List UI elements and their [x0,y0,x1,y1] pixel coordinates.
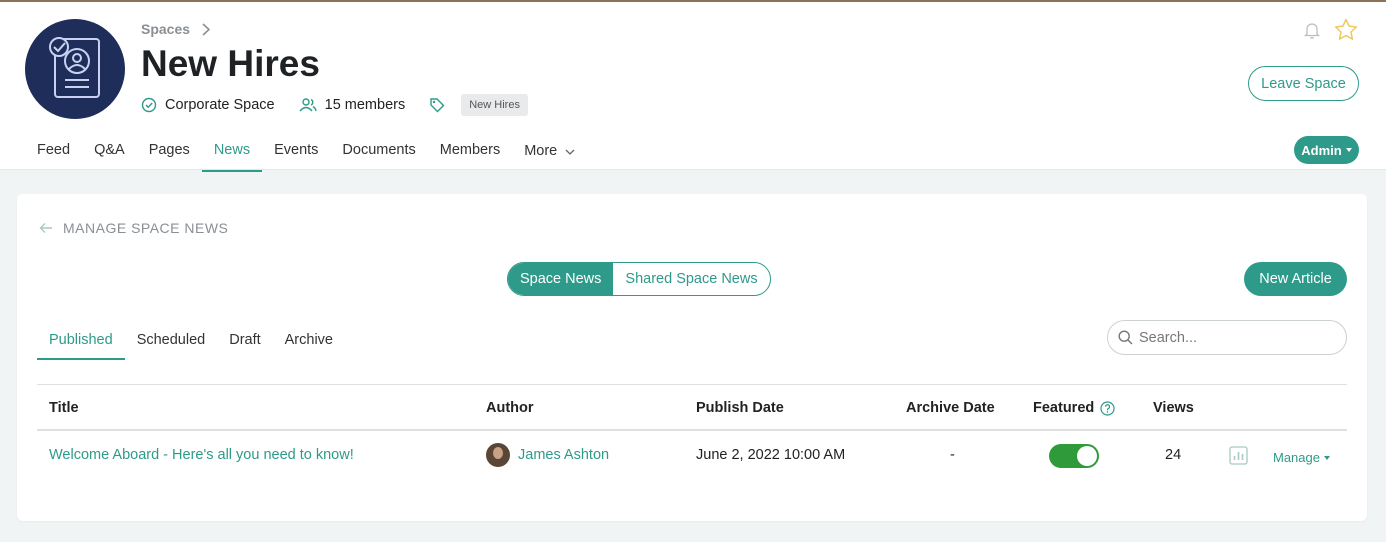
article-title-link[interactable]: Welcome Aboard - Here's all you need to … [49,447,354,463]
chevron-down-icon [565,149,575,155]
manage-heading: MANAGE SPACE NEWS [39,220,228,236]
check-circle-icon [141,97,157,113]
table-row: Welcome Aboard - Here's all you need to … [37,431,1347,481]
tab-qa[interactable]: Q&A [82,131,137,172]
space-tags: New Hires [429,94,528,116]
star-icon[interactable] [1334,18,1358,41]
chevron-right-icon [202,22,211,36]
bar-chart-icon[interactable] [1229,446,1248,465]
status-tabs: Published Scheduled Draft Archive [37,324,345,360]
news-source-toggle: Space News Shared Space News [507,262,771,296]
users-icon [299,98,317,112]
tag-chip[interactable]: New Hires [461,94,528,116]
tag-icon [430,98,445,113]
id-card-icon [49,37,100,98]
breadcrumb: Spaces [141,21,211,37]
space-meta: Corporate Space 15 members New Hires [141,94,528,116]
caret-down-icon [1323,455,1330,460]
tab-events[interactable]: Events [262,131,330,172]
views-cell: 24 [1165,447,1182,463]
space-header: Spaces New Hires Corporate Space 15 memb… [0,2,1386,172]
space-logo [25,19,125,119]
bell-icon[interactable] [1304,21,1320,39]
leave-space-button[interactable]: Leave Space [1248,66,1359,101]
tab-pages[interactable]: Pages [137,131,202,172]
featured-switch[interactable] [1049,444,1099,468]
tab-more[interactable]: More [512,131,587,172]
column-author[interactable]: Author [486,400,534,416]
tab-members[interactable]: Members [428,131,512,172]
caret-down-icon [1345,148,1352,152]
subtab-scheduled[interactable]: Scheduled [125,324,218,360]
publish-date-cell: June 2, 2022 10:00 AM [696,447,846,463]
manage-news-card: MANAGE SPACE NEWS Space News Shared Spac… [17,194,1367,521]
members-label: 15 members [324,97,406,113]
members-count[interactable]: 15 members [299,97,406,113]
column-publish-date[interactable]: Publish Date [696,400,784,416]
manage-label: Manage [1273,450,1320,465]
column-title[interactable]: Title [49,400,79,416]
column-featured-label: Featured [1033,400,1095,416]
admin-dropdown-button[interactable]: Admin [1294,136,1359,164]
switch-knob [1077,446,1097,466]
page-title: New Hires [141,43,320,84]
search-box [1107,320,1347,355]
table-header: Title Author Publish Date Archive Date F… [37,385,1347,431]
tab-news[interactable]: News [201,131,263,172]
featured-toggle[interactable] [1049,444,1099,468]
search-icon [1118,330,1133,345]
column-featured[interactable]: Featured [1033,400,1115,416]
new-article-button[interactable]: New Article [1244,262,1347,296]
segment-shared-space-news[interactable]: Shared Space News [613,263,769,295]
manage-heading-label: MANAGE SPACE NEWS [63,220,229,236]
tab-documents[interactable]: Documents [330,131,427,172]
tab-feed[interactable]: Feed [25,131,82,172]
breadcrumb-spaces[interactable]: Spaces [141,21,190,37]
subtab-draft[interactable]: Draft [217,324,272,360]
back-arrow-icon[interactable] [39,222,53,234]
search-input[interactable] [1139,329,1329,346]
avatar[interactable] [486,443,510,467]
analytics-cell [1229,446,1248,469]
archive-date-cell: - [950,447,955,463]
author-cell: James Ashton [486,443,609,467]
admin-label: Admin [1301,142,1342,158]
manage-dropdown[interactable]: Manage [1273,450,1330,465]
tab-more-label: More [524,143,558,159]
subtab-published[interactable]: Published [37,324,125,360]
author-link[interactable]: James Ashton [518,447,609,463]
space-type: Corporate Space [141,97,275,113]
column-archive-date[interactable]: Archive Date [906,400,995,416]
space-type-label: Corporate Space [165,97,275,113]
help-icon[interactable] [1100,400,1115,416]
segment-space-news[interactable]: Space News [508,263,614,295]
header-actions [1304,18,1358,41]
subtab-archive[interactable]: Archive [273,324,345,360]
space-nav: Feed Q&A Pages News Events Documents Mem… [25,131,587,172]
column-views[interactable]: Views [1153,400,1194,416]
